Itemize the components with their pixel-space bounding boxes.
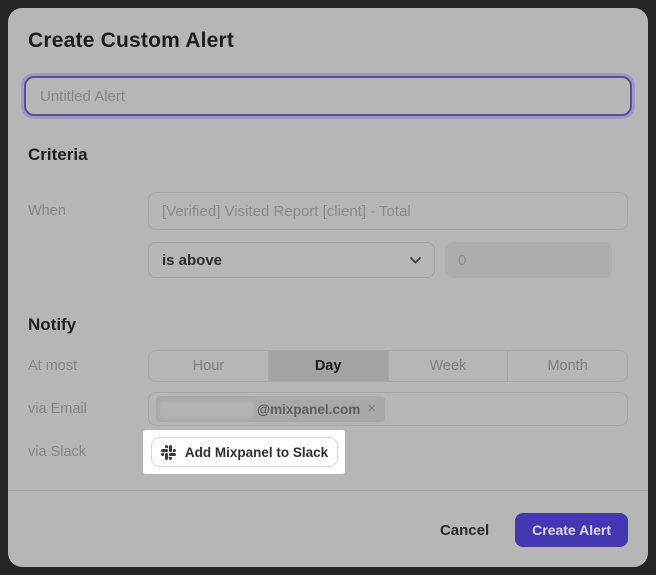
frequency-segmented-control: Hour Day Week Month	[148, 350, 628, 382]
when-label: When	[28, 203, 148, 219]
when-row: When	[28, 192, 628, 230]
cancel-button[interactable]: Cancel	[440, 522, 489, 539]
at-most-label: At most	[28, 358, 148, 374]
email-chip-domain: @mixpanel.com	[257, 402, 360, 417]
alert-name-input[interactable]	[24, 76, 632, 116]
email-recipient-chip: @mixpanel.com ✕	[156, 396, 385, 422]
tour-spotlight: Add Mixpanel to Slack	[143, 430, 345, 474]
frequency-option-day[interactable]: Day	[268, 351, 388, 381]
email-recipients-field[interactable]: @mixpanel.com ✕	[148, 392, 628, 426]
condition-row: is above	[28, 242, 628, 278]
when-event-input[interactable]	[148, 192, 628, 230]
condition-select[interactable]: is above	[148, 242, 435, 278]
chevron-down-icon	[410, 257, 421, 264]
via-slack-label: via Slack	[28, 444, 148, 460]
notify-heading: Notify	[28, 314, 628, 336]
via-email-row: via Email @mixpanel.com ✕	[28, 392, 628, 426]
modal-footer: Cancel Create Alert	[28, 491, 628, 547]
via-email-label: via Email	[28, 401, 148, 417]
at-most-row: At most Hour Day Week Month	[28, 350, 628, 382]
modal-title: Create Custom Alert	[28, 28, 628, 54]
remove-email-icon[interactable]: ✕	[367, 404, 376, 415]
create-alert-button[interactable]: Create Alert	[515, 513, 628, 547]
threshold-input[interactable]	[445, 242, 612, 278]
condition-select-value: is above	[162, 252, 410, 269]
slack-button-label: Add Mixpanel to Slack	[185, 445, 328, 460]
frequency-option-month[interactable]: Month	[507, 351, 627, 381]
frequency-option-hour[interactable]: Hour	[149, 351, 268, 381]
redacted-email-username	[160, 401, 254, 418]
via-slack-row: via Slack Add Mixpanel to Slack	[28, 430, 628, 474]
create-custom-alert-modal: Create Custom Alert Criteria When is abo…	[8, 8, 648, 567]
frequency-option-week[interactable]: Week	[388, 351, 508, 381]
add-mixpanel-to-slack-button[interactable]: Add Mixpanel to Slack	[151, 437, 338, 467]
slack-icon	[161, 445, 176, 460]
criteria-heading: Criteria	[28, 144, 628, 166]
